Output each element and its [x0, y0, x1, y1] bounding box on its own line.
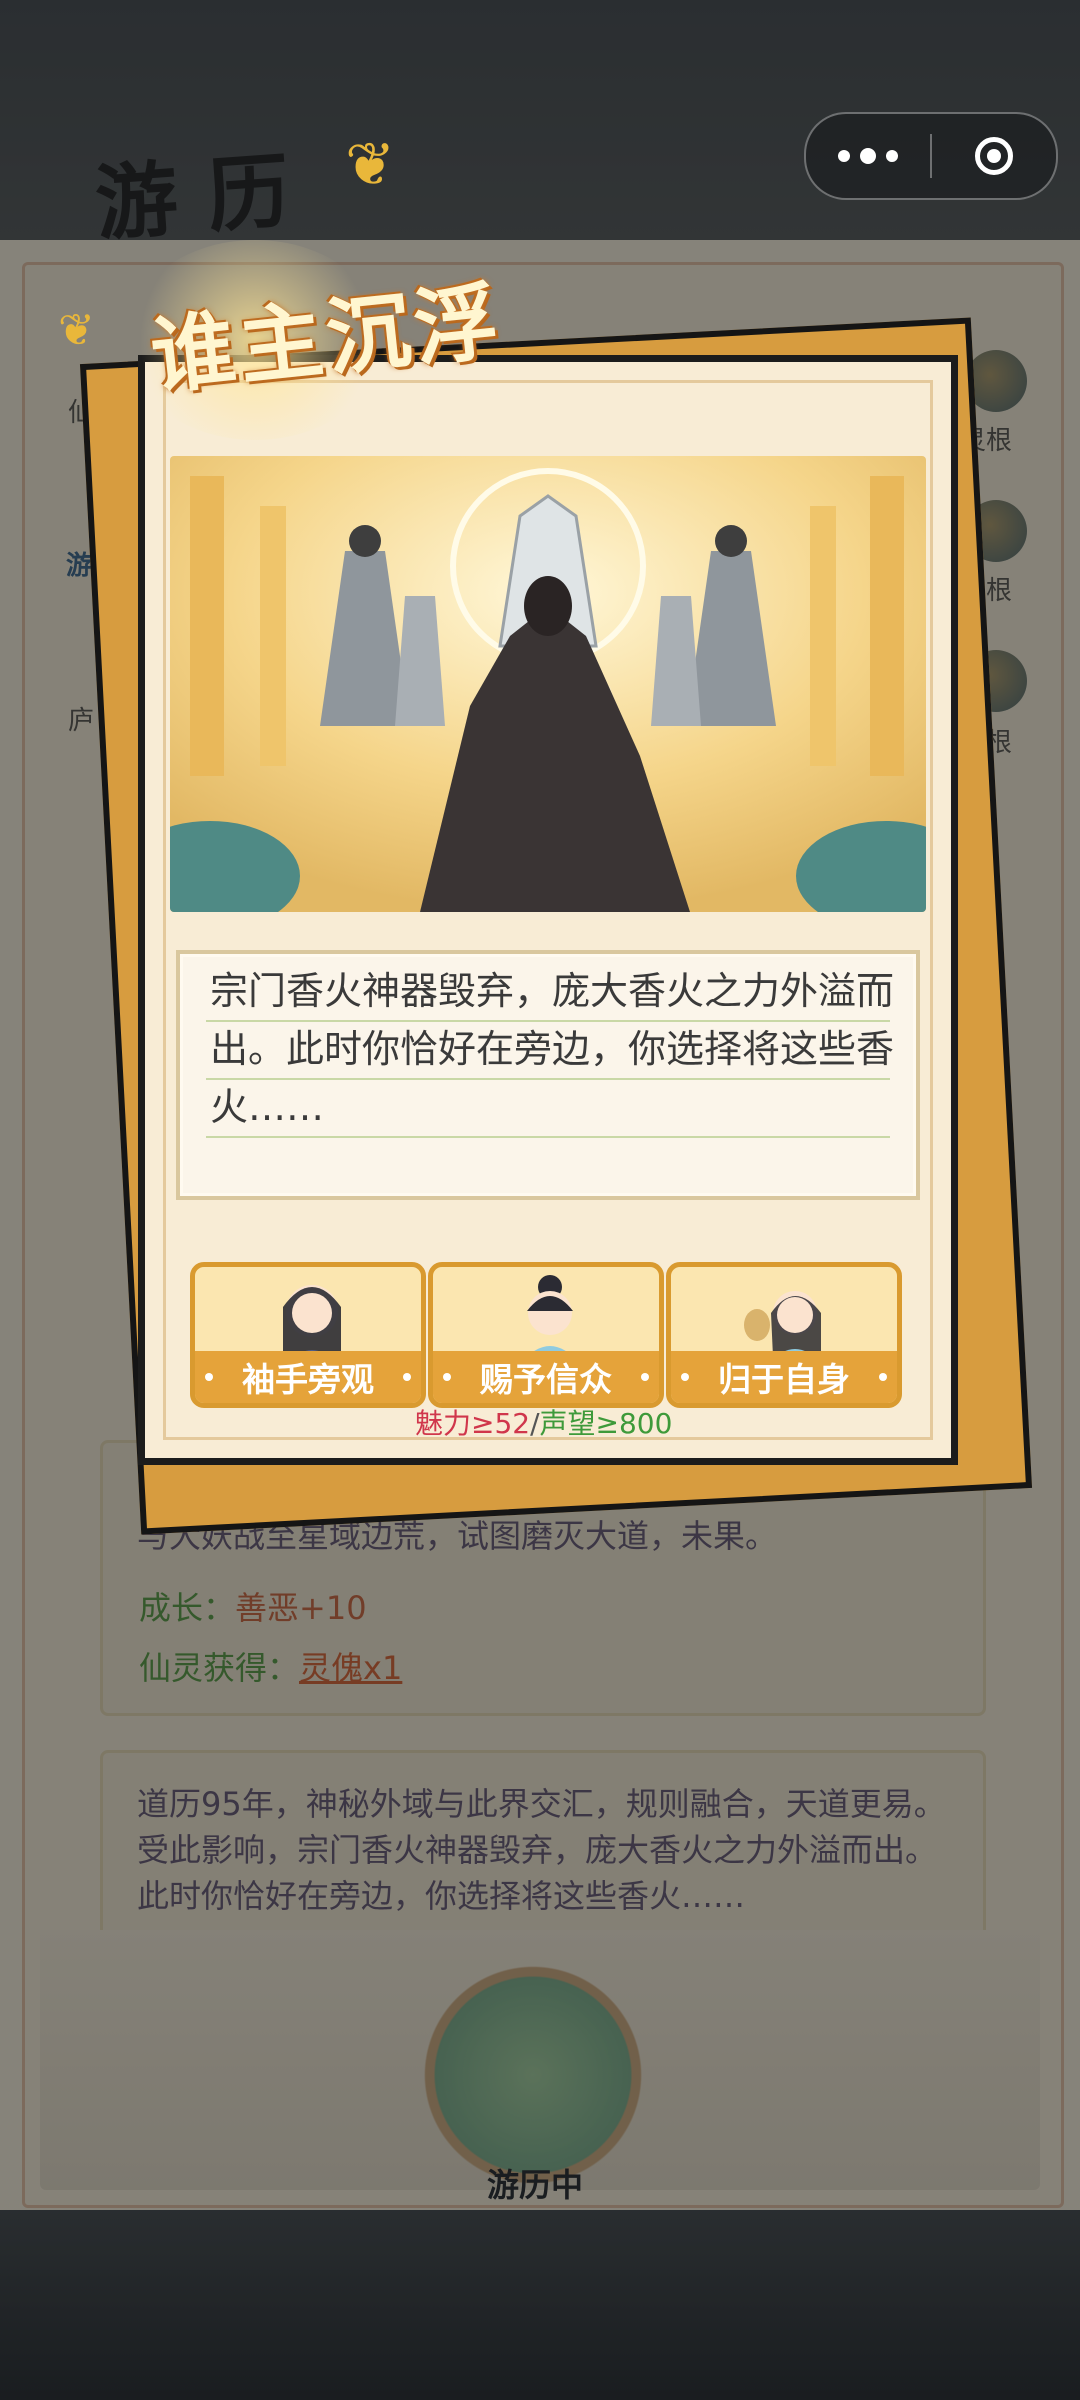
option-label: 袖手旁观	[195, 1351, 421, 1403]
butterfly-icon: ❦	[58, 305, 95, 356]
option-button-watch[interactable]: 袖手旁观	[190, 1262, 426, 1408]
fame-requirement: 声望≥800	[539, 1407, 673, 1440]
character-portrait-icon	[744, 1291, 821, 1363]
rule-line	[206, 1136, 890, 1138]
rule-line	[206, 1078, 890, 1080]
event-description-box: 宗门香火神器毁弃，庞大香火之力外溢而出。此时你恰好在旁边，你选择将这些香火……	[176, 950, 920, 1200]
character-portrait-icon	[521, 1275, 579, 1363]
charm-requirement: 魅力≥52	[415, 1407, 531, 1440]
character-portrait-icon	[283, 1285, 341, 1363]
butterfly-icon: ❦	[345, 130, 396, 200]
event-description: 宗门香火神器毁弃，庞大香火之力外溢而出。此时你恰好在旁边，你选择将这些香火……	[210, 969, 895, 1129]
target-circle-icon[interactable]	[932, 114, 1056, 198]
option-button-absorb[interactable]: 归于自身	[666, 1262, 902, 1408]
option-button-bestow[interactable]: 赐予信众	[428, 1262, 664, 1408]
requirement-separator: /	[530, 1407, 540, 1440]
more-dots-icon[interactable]	[806, 114, 930, 198]
option-label: 归于自身	[671, 1351, 897, 1403]
rule-line	[206, 1020, 890, 1022]
mini-program-capsule	[804, 112, 1058, 200]
option-requirement: 魅力≥52/声望≥800	[415, 1402, 672, 1442]
option-label: 赐予信众	[433, 1351, 659, 1403]
event-illustration	[170, 456, 926, 912]
